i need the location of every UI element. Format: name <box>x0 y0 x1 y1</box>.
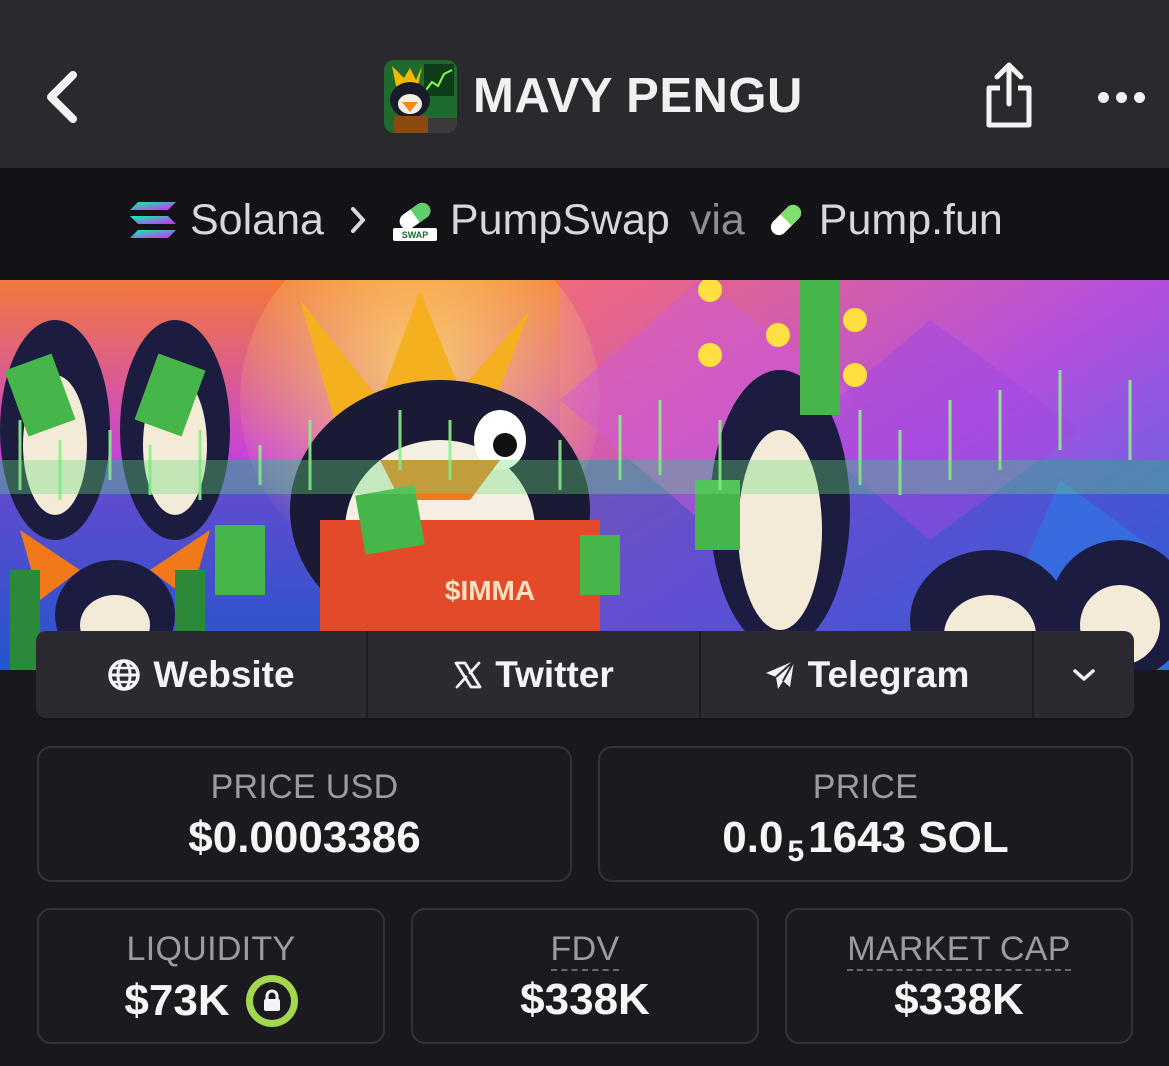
twitter-label: Twitter <box>495 653 614 695</box>
network-link[interactable]: Solana <box>128 196 324 245</box>
page-title: MAVY PENGU <box>473 69 803 123</box>
telegram-icon <box>765 659 795 689</box>
network-label: Solana <box>190 195 324 244</box>
price-native-label: PRICE <box>812 768 919 806</box>
telegram-button[interactable]: Telegram <box>701 631 1034 718</box>
liquidity-label: LIQUIDITY <box>126 930 296 968</box>
ellipsis-icon <box>1097 91 1145 103</box>
pumpswap-icon: SWAP <box>392 202 437 241</box>
fdv-card: FDV $338K <box>411 908 759 1044</box>
x-logo-icon <box>454 661 482 688</box>
telegram-label: Telegram <box>807 653 970 695</box>
chevron-left-icon <box>47 71 77 123</box>
more-links-dropdown[interactable] <box>1034 631 1134 718</box>
price-digits: 1643 SOL <box>808 813 1009 862</box>
market-cap-card: MARKET CAP $338K <box>785 908 1133 1044</box>
social-links-bar: Website Twitter Telegram <box>36 631 1134 718</box>
lock-icon[interactable] <box>245 975 298 1027</box>
dex-link[interactable]: SWAP PumpSwap <box>392 196 670 245</box>
title-group: MAVY PENGU <box>384 59 803 133</box>
pill-icon <box>770 204 801 236</box>
share-icon <box>986 62 1032 128</box>
fdv-value: $338K <box>520 975 650 1024</box>
fdv-label[interactable]: FDV <box>413 930 757 971</box>
back-button[interactable] <box>36 66 86 128</box>
svg-text:$IMMA: $IMMA <box>445 575 535 606</box>
liquidity-value-row: $73K <box>39 975 383 1027</box>
price-usd-card: PRICE USD $0.0003386 <box>37 746 572 882</box>
twitter-button[interactable]: Twitter <box>368 631 701 718</box>
website-button[interactable]: Website <box>36 631 368 718</box>
liquidity-value: $73K <box>124 976 230 1025</box>
pair-title-peek: ▀▀▀▀▀ ▀ ▀▀▀ <box>205 168 532 184</box>
breadcrumb: Solana SWAP PumpSwap via Pump.fun <box>128 192 1003 248</box>
price-native-value: 0.0 5 1643 SOL <box>600 813 1131 868</box>
chevron-down-icon <box>1073 668 1095 681</box>
chain-row: ▀▀▀▀▀ ▀ ▀▀▀ Solana <box>0 168 1169 280</box>
via-label: via <box>689 195 745 244</box>
market-cap-label[interactable]: MARKET CAP <box>787 930 1131 971</box>
website-label: Website <box>153 653 295 695</box>
svg-text:SWAP: SWAP <box>402 230 429 240</box>
liquidity-card: LIQUIDITY $73K <box>37 908 385 1044</box>
token-logo <box>384 59 457 133</box>
price-usd-value: $0.0003386 <box>188 813 421 862</box>
launchpad-label: Pump.fun <box>818 195 1003 244</box>
chevron-right-icon <box>348 204 368 236</box>
more-options-button[interactable] <box>1090 78 1152 116</box>
launchpad-link[interactable]: Pump.fun <box>765 196 1003 245</box>
price-zero-count: 5 <box>787 835 805 868</box>
price-native-card: PRICE 0.0 5 1643 SOL <box>598 746 1133 882</box>
price-usd-label: PRICE USD <box>210 768 399 806</box>
globe-icon <box>108 658 141 691</box>
token-banner-image: $IMMA <box>0 280 1169 670</box>
solana-icon <box>130 202 176 238</box>
share-button[interactable] <box>978 58 1040 132</box>
price-prefix: 0.0 <box>722 813 784 862</box>
market-cap-value: $338K <box>894 975 1024 1024</box>
dex-label: PumpSwap <box>449 195 670 244</box>
top-bar: MAVY PENGU <box>0 0 1169 168</box>
